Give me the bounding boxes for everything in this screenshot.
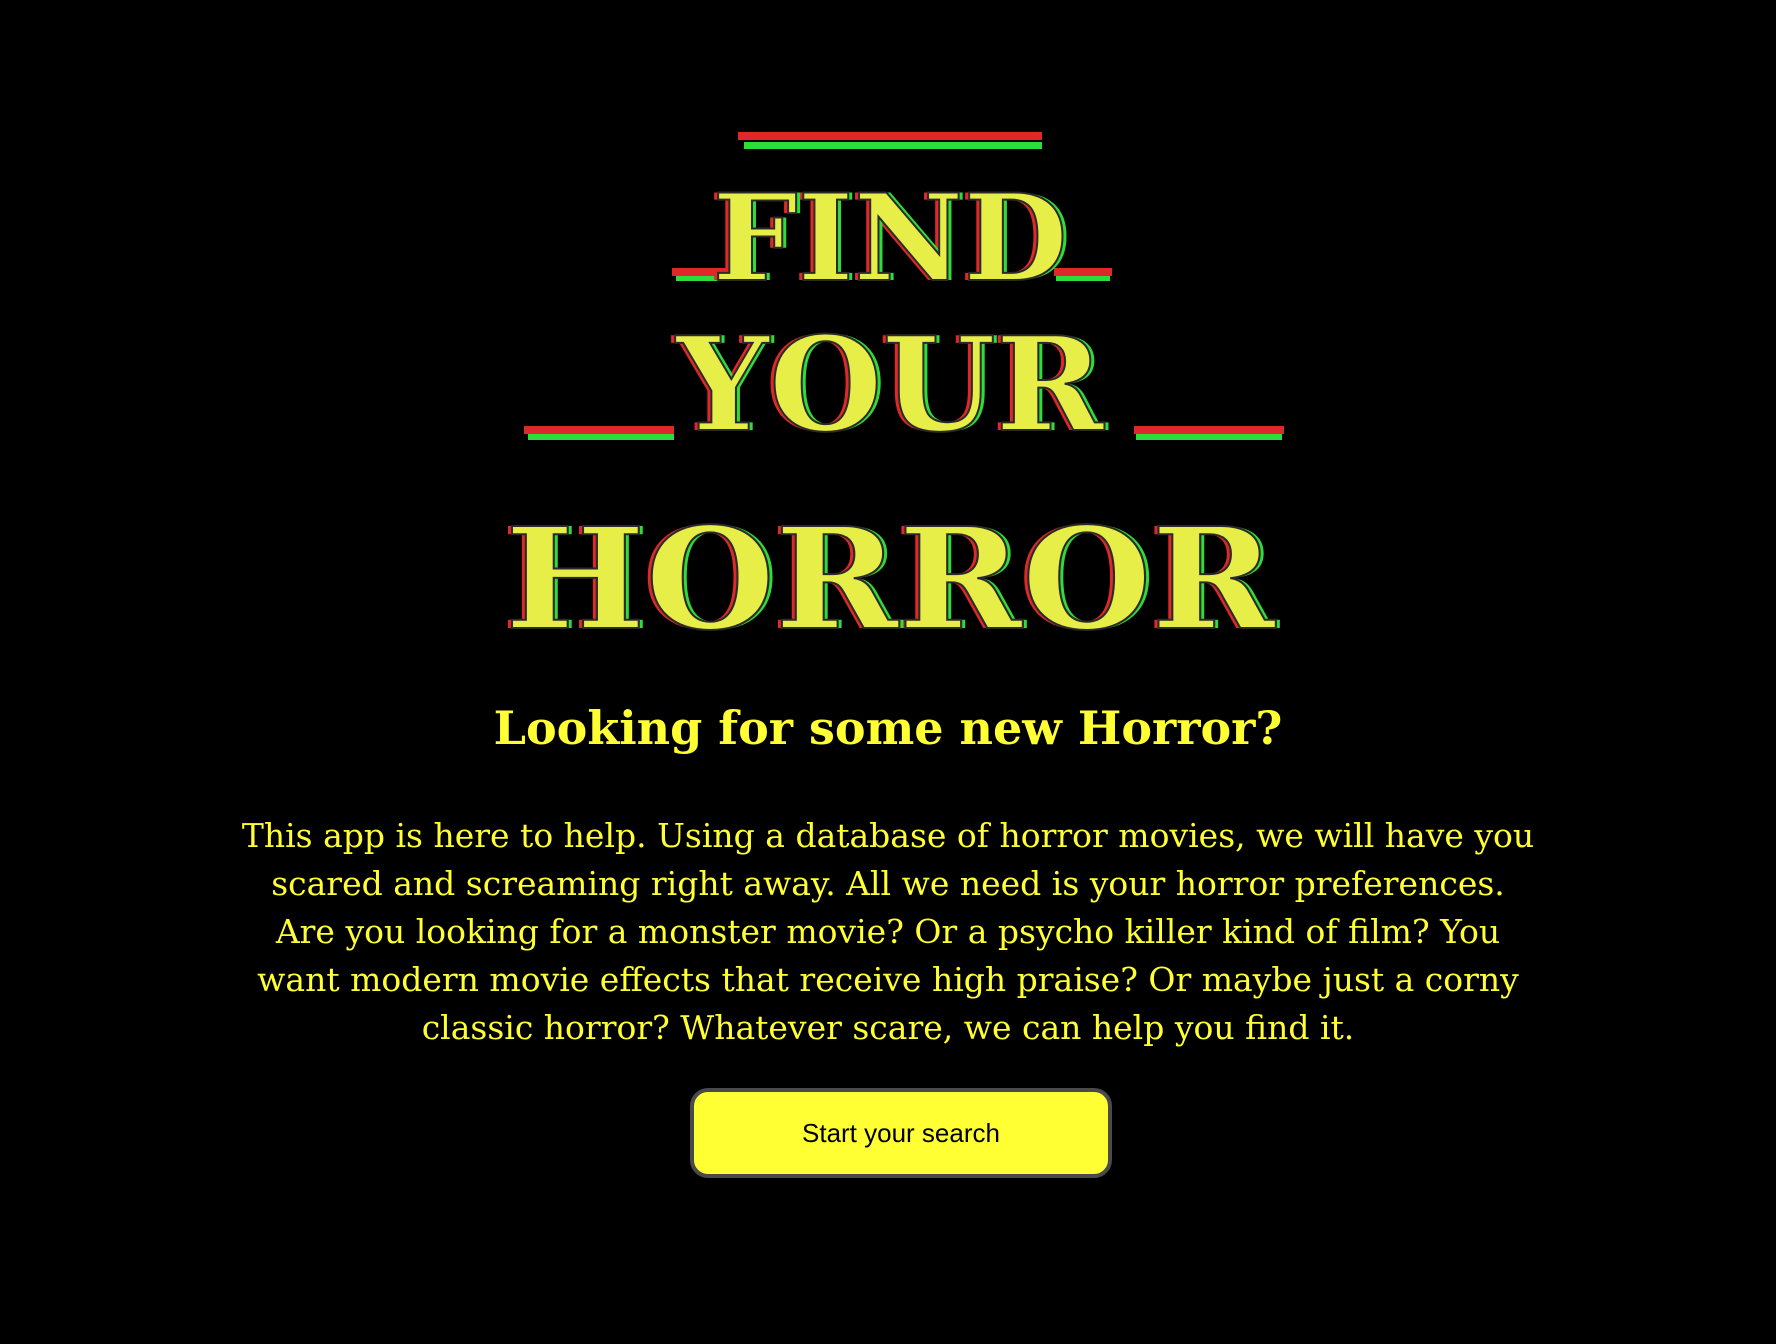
logo-line-horror: HORROR HORROR HORROR [501,497,1281,650]
svg-text:FIND: FIND [712,168,1067,309]
logo-line-your: YOUR YOUR YOUR [670,307,1108,462]
logo-line-find: FIND FIND FIND [708,167,1071,310]
find-your-horror-logo: FIND FIND FIND YOUR YOUR YOUR HORROR HOR… [501,132,1284,650]
intro-paragraph: This app is here to help. Using a databa… [241,816,1535,1047]
start-search-button[interactable]: Start your search [690,1088,1112,1178]
svg-text:YOUR: YOUR [674,308,1104,461]
svg-text:HORROR: HORROR [505,498,1277,650]
page-heading: Looking for some new Horror? [493,701,1283,755]
landing-page: FIND FIND FIND YOUR YOUR YOUR HORROR HOR… [0,0,1776,1344]
